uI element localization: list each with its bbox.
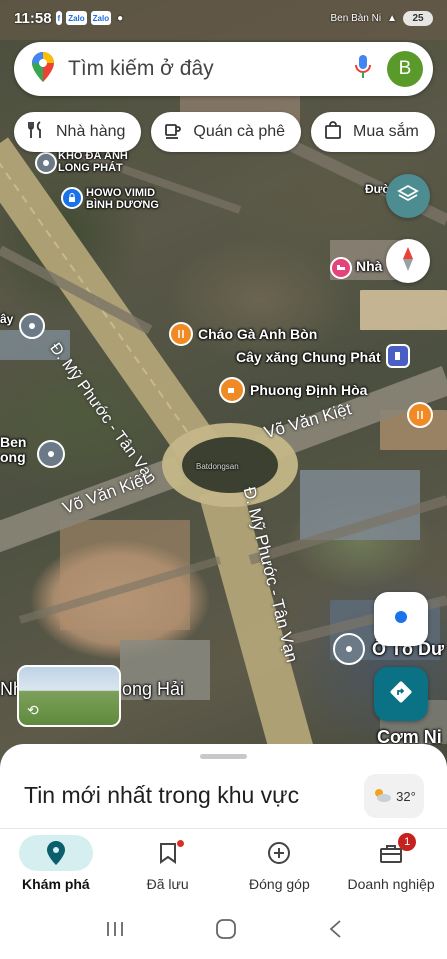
nav-contribute[interactable]: Đóng góp [224, 829, 336, 904]
directions-button[interactable] [374, 667, 428, 721]
place-label-ben[interactable]: Ben ong [0, 434, 26, 466]
avatar[interactable]: B [387, 51, 423, 87]
category-chips: Nhà hàng Quán cà phê Mua sắm [14, 112, 435, 152]
place-label-hai: ong Hải [122, 679, 185, 699]
sheet-title: Tin mới nhất trong khu vực [24, 782, 300, 808]
weather-chip[interactable]: 32° [364, 774, 424, 818]
layers-button[interactable] [386, 174, 430, 218]
nav-label: Đóng góp [249, 876, 310, 892]
place-pin-icon[interactable] [35, 152, 57, 174]
temperature: 32° [396, 788, 416, 804]
chip-shopping[interactable]: Mua sắm [311, 112, 435, 152]
bottom-sheet[interactable]: Tin mới nhất trong khu vực 32° [0, 744, 447, 828]
place-label-howo[interactable]: HOWO VIMID BÌNH DƯƠNG [86, 187, 159, 211]
recent-apps-icon[interactable] [105, 920, 125, 943]
nav-saved[interactable]: Đã lưu [112, 829, 224, 904]
partly-cloudy-icon [372, 787, 392, 806]
status-bar: 11:58 f Zalo Zalo ● Ben Bàn Ni ▲ 25 [0, 0, 447, 36]
status-time: 11:58 [14, 9, 52, 27]
place-pin-icon[interactable] [333, 633, 365, 665]
search-bar[interactable]: Tìm kiếm ở đây B [14, 42, 433, 96]
chip-restaurants[interactable]: Nhà hàng [14, 112, 142, 152]
place-label-chao[interactable]: Cháo Gà Anh Bòn [198, 326, 317, 342]
nav-label: Đã lưu [146, 876, 189, 892]
place-pin-icon[interactable] [37, 440, 65, 468]
watermark-label: Batdongsan [196, 462, 239, 471]
place-label-nha[interactable]: Nhà [356, 258, 382, 274]
place-label-phuong[interactable]: Phuong Định Hòa [250, 382, 367, 398]
gas-station-pin-icon[interactable] [386, 344, 410, 368]
notification-badge: 1 [398, 833, 417, 851]
add-circle-icon [242, 835, 316, 871]
wifi-icon: ▲ [387, 12, 397, 24]
status-carrier: Ben Bàn Ni [330, 12, 382, 24]
place-pin-icon[interactable] [19, 313, 45, 339]
chip-label: Mua sắm [353, 123, 419, 140]
battery-icon: 25 [403, 10, 433, 26]
chip-label: Quán cà phê [193, 123, 286, 140]
directions-icon [388, 679, 414, 710]
bookmark-icon [131, 835, 205, 871]
hotel-pin-icon[interactable] [330, 257, 352, 279]
zalo-icon: Zalo [66, 11, 87, 25]
fork-knife-pin-icon[interactable] [407, 402, 433, 428]
bottom-nav: Khám phá Đã lưu Đóng góp 1 Doanh nghiệp [0, 828, 447, 904]
nav-label: Doanh nghiệp [347, 876, 435, 892]
place-label-ay: ây [0, 312, 14, 326]
facebook-icon: f [55, 11, 63, 25]
nav-label: Khám phá [22, 876, 90, 892]
fork-knife-pin-icon[interactable] [169, 322, 193, 346]
store-icon: 1 [354, 833, 428, 871]
street-view-thumbnail[interactable]: ⟲ [17, 665, 121, 727]
search-input[interactable]: Tìm kiếm ở đây [68, 57, 353, 81]
layers-icon [397, 183, 419, 210]
shopping-bag-icon [323, 120, 343, 145]
coffee-pin-icon[interactable] [219, 377, 245, 403]
lock-pin-icon[interactable] [61, 187, 83, 209]
place-label-cayxang[interactable]: Cây xăng Chung Phát [236, 349, 381, 365]
home-icon[interactable] [215, 918, 237, 945]
nav-business[interactable]: 1 Doanh nghiệp [335, 829, 447, 904]
sheet-drag-handle[interactable] [200, 754, 247, 759]
zalo-icon: Zalo [90, 11, 112, 25]
microphone-icon[interactable] [353, 54, 373, 85]
nav-explore[interactable]: Khám phá [0, 829, 112, 904]
compass-icon [397, 245, 419, 278]
notification-dot [176, 840, 184, 847]
compass-button[interactable] [386, 239, 430, 283]
my-location-icon [390, 606, 412, 633]
chip-label: Nhà hàng [56, 123, 126, 140]
coffee-cup-icon [163, 120, 183, 145]
explore-pin-icon [18, 835, 93, 871]
notification-dot-icon: ● [117, 12, 124, 24]
chip-coffee[interactable]: Quán cà phê [151, 112, 302, 152]
place-label-kho[interactable]: KHO ĐÁ ANH LONG PHÁT [58, 150, 128, 174]
back-icon[interactable] [328, 919, 342, 944]
street-view-360-icon: ⟲ [27, 702, 39, 718]
fork-knife-icon [26, 120, 46, 145]
system-nav-bar [0, 904, 447, 959]
my-location-button[interactable] [374, 592, 428, 646]
maps-logo-icon [32, 51, 54, 87]
